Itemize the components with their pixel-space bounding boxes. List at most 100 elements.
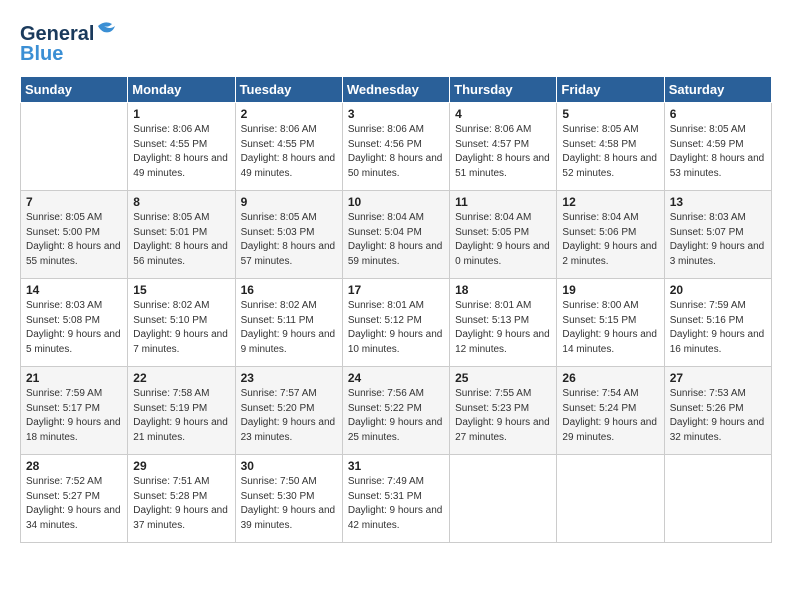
- calendar-cell: 4Sunrise: 8:06 AMSunset: 4:57 PMDaylight…: [450, 103, 557, 191]
- day-number: 29: [133, 459, 229, 473]
- calendar-cell: 5 Sunrise: 8:05 AMSunset: 4:58 PMDaylight…: [557, 103, 664, 191]
- day-info: Sunrise: 8:03 AMSunset: 5:07 PMDaylight:…: [670, 211, 766, 269]
- day-number: 23: [241, 371, 337, 385]
- calendar-cell: 15 Sunrise: 8:02 AMSunset: 5:10 PMDayligh…: [128, 279, 235, 367]
- day-number: 26: [562, 371, 658, 385]
- calendar-cell: 17 Sunrise: 8:01 AMSunset: 5:12 PMDayligh…: [342, 279, 449, 367]
- calendar-cell: 10Sunrise: 8:04 AMSunset: 5:04 PMDayligh…: [342, 191, 449, 279]
- calendar-cell: 31 Sunrise: 7:49 AMSunset: 5:31 PMDayligh…: [342, 455, 449, 543]
- day-number: 24: [348, 371, 444, 385]
- calendar-cell: 13 Sunrise: 8:03 AMSunset: 5:07 PMDayligh…: [664, 191, 771, 279]
- day-info: Sunrise: 7:50 AMSunset: 5:30 PMDaylight:…: [241, 475, 337, 533]
- calendar-cell: 24 Sunrise: 7:56 AMSunset: 5:22 PMDayligh…: [342, 367, 449, 455]
- day-number: 21: [26, 371, 122, 385]
- weekday-header-sunday: Sunday: [21, 77, 128, 103]
- day-number: 5: [562, 107, 658, 121]
- day-number: 3: [348, 107, 444, 121]
- day-number: 2: [241, 107, 337, 121]
- calendar-cell: 3 Sunrise: 8:06 AMSunset: 4:56 PMDaylight…: [342, 103, 449, 191]
- day-info: Sunrise: 8:04 AMSunset: 5:05 PMDaylight:…: [455, 211, 551, 269]
- day-info: Sunrise: 8:05 AMSunset: 4:59 PMDaylight:…: [670, 123, 766, 181]
- week-row-2: 14 Sunrise: 8:03 AMSunset: 5:08 PMDayligh…: [21, 279, 772, 367]
- day-info: Sunrise: 7:51 AMSunset: 5:28 PMDaylight:…: [133, 475, 229, 533]
- day-info: Sunrise: 8:05 AMSunset: 4:58 PMDaylight:…: [562, 123, 658, 181]
- calendar-cell: 28Sunrise: 7:52 AMSunset: 5:27 PMDayligh…: [21, 455, 128, 543]
- calendar-cell: [664, 455, 771, 543]
- calendar-cell: 25 Sunrise: 7:55 AMSunset: 5:23 PMDayligh…: [450, 367, 557, 455]
- calendar-cell: 14 Sunrise: 8:03 AMSunset: 5:08 PMDayligh…: [21, 279, 128, 367]
- week-row-4: 28Sunrise: 7:52 AMSunset: 5:27 PMDayligh…: [21, 455, 772, 543]
- day-number: 16: [241, 283, 337, 297]
- day-number: 4: [455, 107, 551, 121]
- day-number: 6: [670, 107, 766, 121]
- calendar-cell: 2Sunrise: 8:06 AMSunset: 4:55 PMDaylight…: [235, 103, 342, 191]
- calendar-cell: 12Sunrise: 8:04 AMSunset: 5:06 PMDayligh…: [557, 191, 664, 279]
- day-number: 27: [670, 371, 766, 385]
- day-info: Sunrise: 7:53 AMSunset: 5:26 PMDaylight:…: [670, 387, 766, 445]
- weekday-header-tuesday: Tuesday: [235, 77, 342, 103]
- calendar-cell: 29 Sunrise: 7:51 AMSunset: 5:28 PMDayligh…: [128, 455, 235, 543]
- calendar-cell: 18 Sunrise: 8:01 AMSunset: 5:13 PMDayligh…: [450, 279, 557, 367]
- day-number: 31: [348, 459, 444, 473]
- weekday-header-saturday: Saturday: [664, 77, 771, 103]
- day-info: Sunrise: 8:01 AMSunset: 5:13 PMDaylight:…: [455, 299, 551, 357]
- day-info: Sunrise: 7:52 AMSunset: 5:27 PMDaylight:…: [26, 475, 122, 533]
- week-row-3: 21 Sunrise: 7:59 AMSunset: 5:17 PMDayligh…: [21, 367, 772, 455]
- logo-svg: General Blue: [20, 18, 125, 66]
- day-info: Sunrise: 8:02 AMSunset: 5:11 PMDaylight:…: [241, 299, 337, 357]
- calendar-cell: [557, 455, 664, 543]
- weekday-header-monday: Monday: [128, 77, 235, 103]
- day-info: Sunrise: 8:03 AMSunset: 5:08 PMDaylight:…: [26, 299, 122, 357]
- day-info: Sunrise: 8:05 AMSunset: 5:01 PMDaylight:…: [133, 211, 229, 269]
- header: General Blue: [20, 18, 772, 66]
- day-info: Sunrise: 7:56 AMSunset: 5:22 PMDaylight:…: [348, 387, 444, 445]
- calendar-cell: 21 Sunrise: 7:59 AMSunset: 5:17 PMDayligh…: [21, 367, 128, 455]
- weekday-header-thursday: Thursday: [450, 77, 557, 103]
- day-number: 18: [455, 283, 551, 297]
- day-info: Sunrise: 8:06 AMSunset: 4:56 PMDaylight:…: [348, 123, 444, 181]
- day-number: 17: [348, 283, 444, 297]
- day-number: 30: [241, 459, 337, 473]
- day-number: 15: [133, 283, 229, 297]
- day-number: 10: [348, 195, 444, 209]
- day-number: 12: [562, 195, 658, 209]
- day-number: 9: [241, 195, 337, 209]
- week-row-0: 1 Sunrise: 8:06 AMSunset: 4:55 PMDaylight…: [21, 103, 772, 191]
- calendar-table: SundayMondayTuesdayWednesdayThursdayFrid…: [20, 76, 772, 543]
- day-info: Sunrise: 8:00 AMSunset: 5:15 PMDaylight:…: [562, 299, 658, 357]
- day-info: Sunrise: 7:58 AMSunset: 5:19 PMDaylight:…: [133, 387, 229, 445]
- day-info: Sunrise: 8:06 AMSunset: 4:55 PMDaylight:…: [133, 123, 229, 181]
- calendar-cell: 11Sunrise: 8:04 AMSunset: 5:05 PMDayligh…: [450, 191, 557, 279]
- day-info: Sunrise: 8:05 AMSunset: 5:00 PMDaylight:…: [26, 211, 122, 269]
- day-number: 14: [26, 283, 122, 297]
- day-info: Sunrise: 8:05 AMSunset: 5:03 PMDaylight:…: [241, 211, 337, 269]
- day-info: Sunrise: 7:54 AMSunset: 5:24 PMDaylight:…: [562, 387, 658, 445]
- day-info: Sunrise: 8:01 AMSunset: 5:12 PMDaylight:…: [348, 299, 444, 357]
- calendar-cell: 7 Sunrise: 8:05 AMSunset: 5:00 PMDaylight…: [21, 191, 128, 279]
- day-number: 25: [455, 371, 551, 385]
- calendar-cell: [21, 103, 128, 191]
- calendar-cell: 19 Sunrise: 8:00 AMSunset: 5:15 PMDayligh…: [557, 279, 664, 367]
- svg-text:Blue: Blue: [20, 43, 63, 65]
- day-number: 1: [133, 107, 229, 121]
- day-info: Sunrise: 7:59 AMSunset: 5:17 PMDaylight:…: [26, 387, 122, 445]
- day-info: Sunrise: 8:02 AMSunset: 5:10 PMDaylight:…: [133, 299, 229, 357]
- calendar-cell: 22Sunrise: 7:58 AMSunset: 5:19 PMDayligh…: [128, 367, 235, 455]
- calendar-cell: 27 Sunrise: 7:53 AMSunset: 5:26 PMDayligh…: [664, 367, 771, 455]
- day-number: 7: [26, 195, 122, 209]
- day-info: Sunrise: 7:57 AMSunset: 5:20 PMDaylight:…: [241, 387, 337, 445]
- logo: General Blue: [20, 18, 125, 66]
- calendar-cell: 9 Sunrise: 8:05 AMSunset: 5:03 PMDaylight…: [235, 191, 342, 279]
- weekday-header-friday: Friday: [557, 77, 664, 103]
- day-number: 13: [670, 195, 766, 209]
- day-info: Sunrise: 7:55 AMSunset: 5:23 PMDaylight:…: [455, 387, 551, 445]
- day-number: 19: [562, 283, 658, 297]
- weekday-header-row: SundayMondayTuesdayWednesdayThursdayFrid…: [21, 77, 772, 103]
- svg-text:General: General: [20, 23, 94, 45]
- calendar-cell: [450, 455, 557, 543]
- day-info: Sunrise: 7:49 AMSunset: 5:31 PMDaylight:…: [348, 475, 444, 533]
- calendar-cell: 8Sunrise: 8:05 AMSunset: 5:01 PMDaylight…: [128, 191, 235, 279]
- calendar-cell: 16 Sunrise: 8:02 AMSunset: 5:11 PMDayligh…: [235, 279, 342, 367]
- calendar-cell: 20Sunrise: 7:59 AMSunset: 5:16 PMDayligh…: [664, 279, 771, 367]
- week-row-1: 7 Sunrise: 8:05 AMSunset: 5:00 PMDaylight…: [21, 191, 772, 279]
